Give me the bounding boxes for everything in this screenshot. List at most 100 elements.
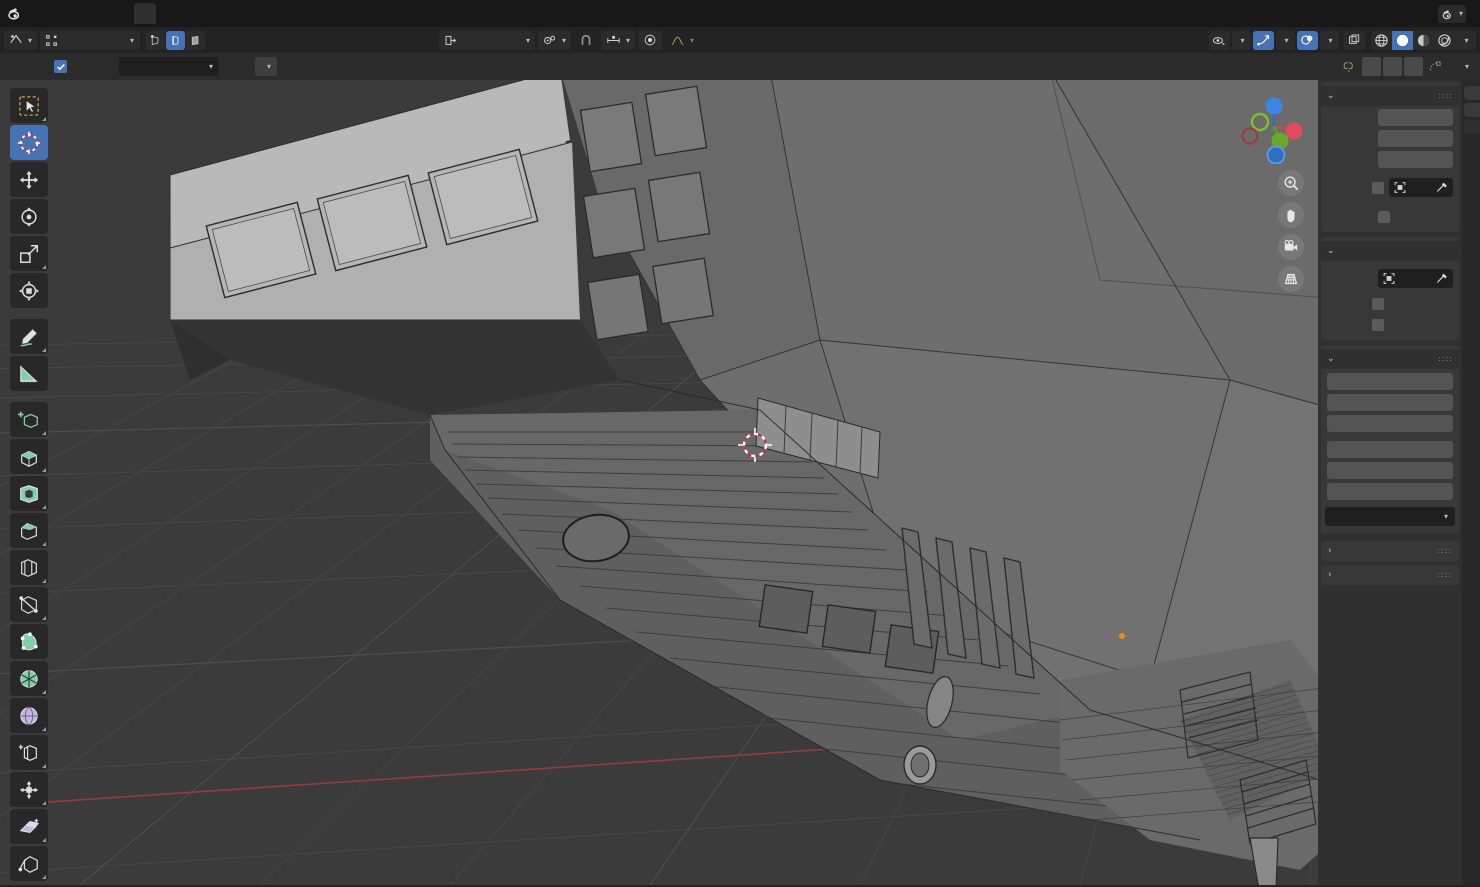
surface-project-checkbox[interactable]	[54, 60, 73, 73]
show-overlays-button[interactable]	[1297, 30, 1318, 50]
zoom-nav-button[interactable]	[1278, 170, 1304, 196]
drag-mode-dropdown[interactable]: ▾	[255, 57, 278, 76]
snapping-icon[interactable]	[1340, 60, 1360, 74]
viewport-menu-view[interactable]	[208, 27, 224, 53]
clip-end-field[interactable]	[1378, 151, 1453, 168]
toggle-perspective-button[interactable]	[1278, 266, 1304, 292]
blender-logo-icon[interactable]	[0, 0, 30, 27]
collections-panel-header[interactable]: › ::::	[1321, 541, 1459, 561]
sidebar-tab-tool[interactable]	[1464, 103, 1480, 117]
tool-shear-button[interactable]	[10, 809, 48, 844]
tool-transform-button[interactable]	[10, 273, 48, 308]
workspace-tab-shading[interactable]	[244, 3, 266, 24]
transform-orientation-selector[interactable]: ▾	[439, 30, 536, 50]
cursor-location-z-field[interactable]	[1327, 415, 1453, 432]
eyedropper-icon[interactable]	[1435, 272, 1449, 285]
tool-extrude-region-button[interactable]	[10, 439, 48, 474]
local-camera-checkbox[interactable]	[1372, 181, 1384, 194]
show-gizmo-button[interactable]	[1253, 30, 1274, 50]
workspace-tab-uv-editing[interactable]	[200, 3, 222, 24]
camera-view-button[interactable]	[1278, 234, 1304, 260]
options-dropdown[interactable]: ▾	[1454, 57, 1474, 76]
pivot-point-selector[interactable]: ▾	[538, 30, 572, 50]
workspace-tab-scripting[interactable]	[354, 3, 376, 24]
rotation-mode-dropdown[interactable]: ▾	[1325, 507, 1455, 526]
viewport-menu-uv[interactable]	[341, 27, 357, 53]
cursor-rotation-x-field[interactable]	[1327, 441, 1453, 458]
tool-shrink-fatten-button[interactable]	[10, 772, 48, 807]
workspace-tab-layout[interactable]	[134, 3, 156, 24]
cursor-rotation-z-field[interactable]	[1327, 483, 1453, 500]
viewport-menu-face[interactable]	[322, 27, 338, 53]
mirror-icon[interactable]	[1425, 60, 1447, 74]
tool-loop-cut-button[interactable]	[10, 550, 48, 585]
viewport-menu-add[interactable]	[246, 27, 262, 53]
toggle-xray-button[interactable]	[1344, 30, 1365, 50]
menu-window[interactable]	[84, 0, 102, 27]
snap-toggle-button[interactable]	[574, 31, 598, 50]
lock-camera-checkbox[interactable]	[1372, 318, 1384, 331]
menu-help[interactable]	[102, 0, 120, 27]
shading-material-button[interactable]	[1413, 30, 1434, 50]
sidebar-tab-view[interactable]	[1464, 120, 1480, 134]
scene-selector[interactable]: ▾	[1437, 4, 1466, 23]
shading-rendered-button[interactable]	[1434, 30, 1455, 50]
menu-render[interactable]	[66, 0, 84, 27]
tool-knife-button[interactable]	[10, 587, 48, 622]
edge-select-mode-button[interactable]	[166, 30, 186, 50]
viewport-menu-vertex[interactable]	[284, 27, 300, 53]
tool-move-button[interactable]	[10, 162, 48, 197]
workspace-tab-texture-paint[interactable]	[222, 3, 244, 24]
tool-smooth-button[interactable]	[10, 698, 48, 733]
shading-dropdown[interactable]: ▾	[1455, 30, 1476, 50]
viewport-menu-edge[interactable]	[303, 27, 319, 53]
show-overlays-dropdown[interactable]: ▾	[1320, 30, 1339, 50]
orientation-dropdown[interactable]: ▾	[119, 57, 219, 76]
workspace-tab-rendering[interactable]	[288, 3, 310, 24]
tool-spin-button[interactable]	[10, 661, 48, 696]
local-camera-object-field[interactable]	[1389, 178, 1453, 197]
tool-annotate-button[interactable]	[10, 319, 48, 354]
tool-edge-slide-button[interactable]	[10, 735, 48, 770]
viewport-menu-mesh[interactable]	[265, 27, 281, 53]
interaction-mode-selector[interactable]: ▾	[40, 30, 141, 50]
workspace-tab-sculpting[interactable]	[178, 3, 200, 24]
clip-start-field[interactable]	[1378, 130, 1453, 147]
tool-rip-region-button[interactable]	[10, 846, 48, 881]
cursor-location-x-field[interactable]	[1327, 373, 1453, 390]
proportional-editing-toggle[interactable]	[638, 30, 663, 50]
axis-z-button[interactable]	[1403, 57, 1423, 76]
workspace-tab-compositing[interactable]	[310, 3, 332, 24]
lock-to-3d-cursor-checkbox[interactable]	[1372, 297, 1384, 310]
cursor-location-y-field[interactable]	[1327, 394, 1453, 411]
object-type-visibility-button[interactable]	[1209, 30, 1230, 50]
editor-type-selector[interactable]: ▾	[4, 30, 38, 50]
tool-scale-button[interactable]	[10, 236, 48, 271]
menu-edit[interactable]	[48, 0, 66, 27]
tool-rotate-button[interactable]	[10, 199, 48, 234]
face-select-mode-button[interactable]	[186, 30, 206, 50]
tool-tweak-button[interactable]	[10, 88, 48, 123]
tool-measure-button[interactable]	[10, 356, 48, 391]
eyedropper-icon[interactable]	[1435, 181, 1449, 194]
tool-inset-faces-button[interactable]	[10, 476, 48, 511]
focal-length-field[interactable]	[1378, 109, 1453, 126]
view-panel-header[interactable]: ⌄ ::::	[1321, 86, 1459, 106]
annotations-panel-header[interactable]: › ::::	[1321, 565, 1459, 585]
view-lock-panel-header[interactable]: ⌄	[1321, 241, 1459, 261]
navigation-gizmo[interactable]	[1236, 88, 1312, 164]
tool-cursor-button[interactable]	[10, 125, 48, 160]
axis-y-button[interactable]	[1382, 57, 1402, 76]
render-region-checkbox[interactable]	[1378, 210, 1390, 223]
workspace-tab-animation[interactable]	[266, 3, 288, 24]
shading-wireframe-button[interactable]	[1371, 30, 1392, 50]
workspace-tab-modeling[interactable]	[156, 3, 178, 24]
cursor-3d-panel-header[interactable]: ⌄ ::::	[1321, 349, 1459, 369]
tool-add-cube-button[interactable]	[10, 402, 48, 437]
snap-target-selector[interactable]: ▾	[601, 30, 636, 50]
tool-bevel-button[interactable]	[10, 513, 48, 548]
lock-to-object-field[interactable]	[1378, 269, 1453, 288]
shading-solid-button[interactable]	[1392, 30, 1413, 50]
show-gizmo-dropdown[interactable]: ▾	[1276, 30, 1295, 50]
tool-poly-build-button[interactable]	[10, 624, 48, 659]
